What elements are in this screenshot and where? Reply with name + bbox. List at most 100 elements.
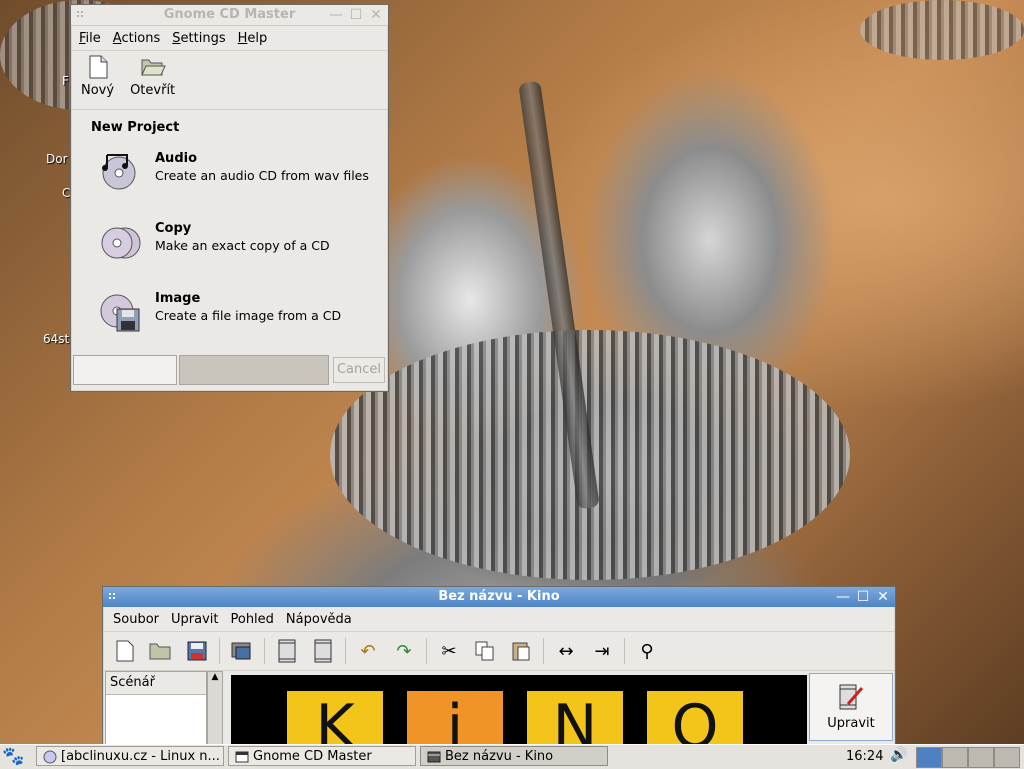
gnome-foot-icon[interactable]: 🐾 — [2, 746, 24, 768]
cdmaster-window: Gnome CD Master — ☐ ✕ File Actions Setti… — [70, 4, 389, 392]
desktop-icon-label-dor[interactable]: Dor — [46, 152, 68, 166]
kino-menubar: Soubor Upravit Pohled Nápověda — [103, 607, 895, 632]
toolbar-separator — [345, 638, 346, 664]
redo-icon[interactable]: ↷ — [390, 637, 418, 665]
menu-actions[interactable]: Actions — [109, 31, 165, 46]
window-menu-grip-icon[interactable] — [77, 11, 85, 19]
edit-mode-button[interactable]: Upravit — [809, 673, 893, 741]
kino-app-icon — [427, 750, 441, 764]
task-browser-label: [abclinuxu.cz - Linux n... — [61, 749, 220, 764]
menu-napoveda[interactable]: Nápověda — [282, 612, 356, 627]
kino-toolbar: ↶ ↷ ✂ ↔ ⇥ ⚲ — [103, 632, 895, 671]
new-document-icon — [89, 55, 108, 79]
copy-icon[interactable] — [471, 637, 499, 665]
cdmaster-toolbar: Nový Otevřít — [71, 51, 388, 110]
zoom-icon[interactable]: ⚲ — [633, 637, 661, 665]
new-button-label: Nový — [81, 83, 115, 98]
edit-film-icon — [839, 684, 864, 710]
menu-help[interactable]: Help — [234, 31, 272, 46]
toolbar-separator — [543, 638, 544, 664]
storyboard-header[interactable]: Scénář — [106, 672, 206, 695]
kino-titlebar[interactable]: Bez názvu - Kino — ☐ ✕ — [103, 587, 895, 607]
film-start-icon[interactable] — [273, 637, 301, 665]
workspace-2[interactable] — [942, 747, 968, 768]
kino-logo-letter: i — [407, 691, 503, 747]
project-copy-desc: Make an exact copy of a CD — [155, 238, 330, 253]
save-icon[interactable] — [183, 637, 211, 665]
project-image[interactable]: Image Create a file image from a CD — [97, 291, 387, 341]
audio-cd-icon — [102, 154, 136, 190]
task-cdmaster[interactable]: Gnome CD Master — [228, 746, 416, 766]
wallpaper-coil-corner-right — [860, 0, 1024, 60]
task-browser[interactable]: [abclinuxu.cz - Linux n... — [36, 746, 224, 766]
copy-cd-icon — [101, 227, 141, 259]
toolbar-separator — [264, 638, 265, 664]
undo-icon[interactable]: ↶ — [354, 637, 382, 665]
workspace-4[interactable] — [994, 747, 1020, 768]
cancel-button[interactable]: Cancel — [333, 357, 385, 383]
close-icon[interactable]: ✕ — [875, 589, 891, 605]
cdmaster-menubar: File Actions Settings Help — [71, 26, 388, 51]
cdmaster-footer: Cancel — [73, 355, 385, 385]
video-preview: K i N O — [231, 675, 807, 747]
desktop-icon-label-64st[interactable]: 64st — [43, 332, 69, 346]
project-image-desc: Create a file image from a CD — [155, 308, 342, 323]
kino-logo-letter: O — [647, 691, 743, 747]
storyboard-panel: Scénář — [105, 671, 207, 747]
kino-logo-letter: K — [287, 691, 383, 747]
project-audio[interactable]: Audio Create an audio CD from wav files — [97, 151, 387, 201]
paste-icon[interactable] — [507, 637, 535, 665]
project-image-name: Image — [155, 291, 201, 306]
volume-icon[interactable]: 🔊 — [890, 747, 907, 763]
join-scene-icon[interactable]: ⇥ — [588, 637, 616, 665]
window-menu-grip-icon[interactable] — [109, 593, 117, 601]
kino-window: Bez názvu - Kino — ☐ ✕ Soubor Upravit Po… — [102, 586, 896, 748]
workspace-3[interactable] — [968, 747, 994, 768]
cut-icon[interactable]: ✂ — [435, 637, 463, 665]
close-icon[interactable]: ✕ — [368, 7, 384, 23]
minimize-icon[interactable]: — — [328, 7, 344, 23]
new-file-icon[interactable] — [111, 637, 139, 665]
new-project-heading: New Project — [91, 120, 180, 135]
kino-title: Bez názvu - Kino — [438, 589, 560, 604]
progress-bar — [179, 355, 329, 385]
window-icon — [235, 750, 249, 764]
minimize-icon[interactable]: — — [835, 589, 851, 605]
status-field — [73, 355, 177, 385]
maximize-icon[interactable]: ☐ — [855, 589, 871, 605]
split-scene-icon[interactable]: ↔ — [552, 637, 580, 665]
edit-mode-label: Upravit — [827, 716, 875, 731]
toolbar-separator — [219, 638, 220, 664]
menu-pohled[interactable]: Pohled — [226, 612, 277, 627]
workspace-1[interactable] — [916, 747, 942, 768]
task-kino-label: Bez názvu - Kino — [445, 749, 554, 764]
storyboard-scrollbar[interactable]: ▲ — [207, 671, 223, 747]
cdmaster-titlebar[interactable]: Gnome CD Master — ☐ ✕ — [71, 5, 388, 26]
menu-soubor[interactable]: Soubor — [109, 612, 163, 627]
toolbar-separator — [426, 638, 427, 664]
scroll-up-icon[interactable]: ▲ — [208, 672, 222, 682]
film-end-icon[interactable] — [309, 637, 337, 665]
maximize-icon[interactable]: ☐ — [348, 7, 364, 23]
open-folder-icon — [140, 59, 166, 76]
project-audio-desc: Create an audio CD from wav files — [155, 168, 369, 183]
cdmaster-title: Gnome CD Master — [163, 7, 296, 22]
clock[interactable]: 16:24 — [846, 745, 883, 769]
kino-logo-letter: N — [527, 691, 623, 747]
new-button[interactable]: Nový — [81, 55, 114, 109]
open-folder-icon[interactable] — [147, 637, 175, 665]
capture-icon[interactable] — [228, 637, 256, 665]
project-audio-name: Audio — [155, 151, 198, 166]
desktop-icon-label-partial-f[interactable]: F — [62, 74, 69, 88]
project-copy-name: Copy — [155, 221, 192, 236]
menu-file[interactable]: File — [75, 31, 105, 46]
open-button[interactable]: Otevřít — [130, 55, 175, 109]
task-kino[interactable]: Bez názvu - Kino — [420, 746, 608, 766]
taskbar: 🐾 [abclinuxu.cz - Linux n... Gnome CD Ma… — [0, 744, 1024, 769]
project-copy[interactable]: Copy Make an exact copy of a CD — [97, 221, 387, 271]
task-cdmaster-label: Gnome CD Master — [253, 749, 372, 764]
menu-settings[interactable]: Settings — [168, 31, 229, 46]
menu-upravit[interactable]: Upravit — [167, 612, 222, 627]
browser-icon — [43, 750, 57, 764]
image-cd-icon — [100, 294, 140, 332]
